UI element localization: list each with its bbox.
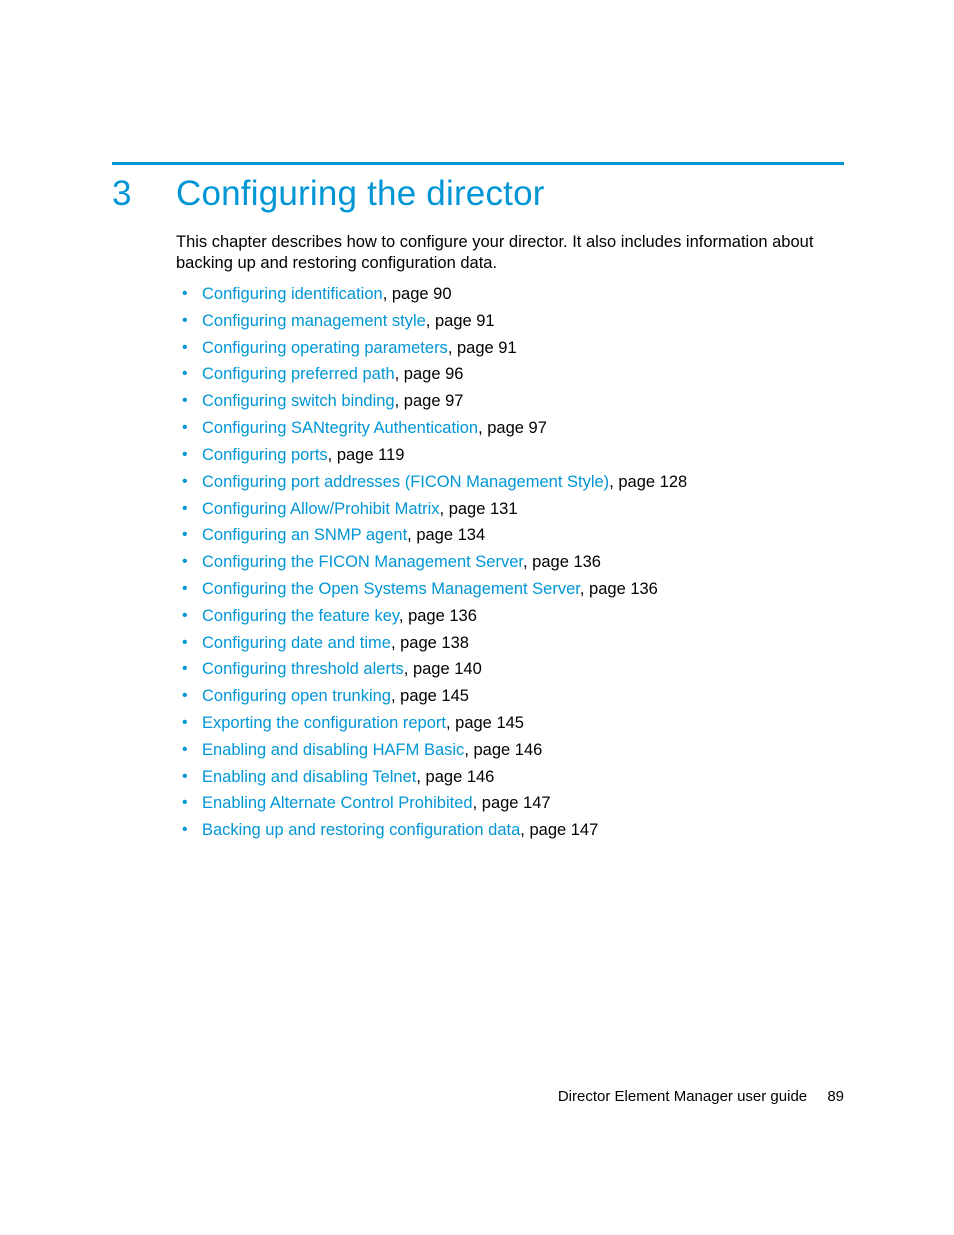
toc-page: , page 147 <box>473 794 551 812</box>
footer-title: Director Element Manager user guide <box>558 1088 807 1105</box>
toc-item: • Configuring Allow/Prohibit Matrix, page… <box>176 499 844 520</box>
toc-link[interactable]: Configuring Allow/Prohibit Matrix <box>202 500 440 518</box>
page-footer: Director Element Manager user guide 89 <box>558 1088 844 1105</box>
toc-item: • Configuring management style, page 91 <box>176 311 844 332</box>
page-number: 89 <box>827 1088 844 1105</box>
toc-item: • Configuring SANtegrity Authentication, … <box>176 418 844 439</box>
bullet-icon: • <box>182 552 188 572</box>
toc-link[interactable]: Configuring switch binding <box>202 392 395 410</box>
toc-link[interactable]: Enabling Alternate Control Prohibited <box>202 794 473 812</box>
toc-page: , page 140 <box>404 660 482 678</box>
toc-page: , page 91 <box>448 339 517 357</box>
toc-item: • Exporting the configuration report, pag… <box>176 713 844 734</box>
toc-link[interactable]: Exporting the configuration report <box>202 714 446 732</box>
toc-link[interactable]: Configuring identification <box>202 285 383 303</box>
bullet-icon: • <box>182 311 188 331</box>
toc-item: • Configuring the Open Systems Management… <box>176 579 844 600</box>
toc-link[interactable]: Configuring open trunking <box>202 687 391 705</box>
toc-link[interactable]: Configuring preferred path <box>202 365 395 383</box>
toc-item: • Configuring open trunking, page 145 <box>176 686 844 707</box>
bullet-icon: • <box>182 338 188 358</box>
toc-item: • Configuring switch binding, page 97 <box>176 391 844 412</box>
toc-link[interactable]: Configuring port addresses (FICON Manage… <box>202 473 609 491</box>
bullet-icon: • <box>182 633 188 653</box>
toc-item: • Enabling and disabling HAFM Basic, page… <box>176 740 844 761</box>
toc-list: • Configuring identification, page 90 • Co… <box>176 284 844 847</box>
toc-page: , page 90 <box>383 285 452 303</box>
chapter-rule <box>112 162 844 165</box>
toc-page: , page 138 <box>391 634 469 652</box>
bullet-icon: • <box>182 606 188 626</box>
toc-page: , page 146 <box>416 768 494 786</box>
toc-item: • Configuring the feature key, page 136 <box>176 606 844 627</box>
toc-item: • Backing up and restoring configuration … <box>176 820 844 841</box>
bullet-icon: • <box>182 364 188 384</box>
toc-link[interactable]: Configuring ports <box>202 446 328 464</box>
bullet-icon: • <box>182 579 188 599</box>
bullet-icon: • <box>182 499 188 519</box>
toc-page: , page 97 <box>478 419 547 437</box>
toc-item: • Configuring ports, page 119 <box>176 445 844 466</box>
toc-link[interactable]: Configuring the Open Systems Management … <box>202 580 580 598</box>
toc-item: • Configuring an SNMP agent, page 134 <box>176 525 844 546</box>
toc-page: , page 145 <box>446 714 524 732</box>
toc-item: • Configuring identification, page 90 <box>176 284 844 305</box>
bullet-icon: • <box>182 767 188 787</box>
chapter-title: Configuring the director <box>176 174 545 214</box>
chapter-number: 3 <box>112 174 131 214</box>
toc-link[interactable]: Configuring the FICON Management Server <box>202 553 523 571</box>
toc-page: , page 91 <box>426 312 495 330</box>
bullet-icon: • <box>182 659 188 679</box>
toc-page: , page 145 <box>391 687 469 705</box>
toc-page: , page 128 <box>609 473 687 491</box>
toc-link[interactable]: Configuring operating parameters <box>202 339 448 357</box>
bullet-icon: • <box>182 793 188 813</box>
chapter-intro: This chapter describes how to configure … <box>176 232 844 273</box>
toc-link[interactable]: Configuring an SNMP agent <box>202 526 407 544</box>
toc-item: • Configuring operating parameters, page … <box>176 338 844 359</box>
bullet-icon: • <box>182 820 188 840</box>
bullet-icon: • <box>182 525 188 545</box>
toc-page: , page 131 <box>440 500 518 518</box>
toc-page: , page 136 <box>523 553 601 571</box>
toc-item: • Configuring preferred path, page 96 <box>176 364 844 385</box>
toc-item: • Configuring port addresses (FICON Manag… <box>176 472 844 493</box>
toc-page: , page 136 <box>399 607 477 625</box>
toc-link[interactable]: Enabling and disabling Telnet <box>202 768 416 786</box>
toc-link[interactable]: Configuring SANtegrity Authentication <box>202 419 478 437</box>
bullet-icon: • <box>182 418 188 438</box>
toc-item: • Configuring date and time, page 138 <box>176 633 844 654</box>
toc-link[interactable]: Configuring date and time <box>202 634 391 652</box>
bullet-icon: • <box>182 391 188 411</box>
toc-item: • Enabling Alternate Control Prohibited, … <box>176 793 844 814</box>
toc-page: , page 147 <box>520 821 598 839</box>
toc-link[interactable]: Configuring threshold alerts <box>202 660 404 678</box>
toc-page: , page 119 <box>328 446 405 464</box>
toc-page: , page 136 <box>580 580 658 598</box>
toc-link[interactable]: Enabling and disabling HAFM Basic <box>202 741 464 759</box>
toc-link[interactable]: Configuring the feature key <box>202 607 399 625</box>
bullet-icon: • <box>182 740 188 760</box>
toc-link[interactable]: Configuring management style <box>202 312 426 330</box>
bullet-icon: • <box>182 713 188 733</box>
toc-item: • Configuring threshold alerts, page 140 <box>176 659 844 680</box>
bullet-icon: • <box>182 686 188 706</box>
toc-link[interactable]: Backing up and restoring configuration d… <box>202 821 520 839</box>
bullet-icon: • <box>182 284 188 304</box>
toc-item: • Configuring the FICON Management Server… <box>176 552 844 573</box>
toc-page: , page 97 <box>395 392 464 410</box>
toc-item: • Enabling and disabling Telnet, page 146 <box>176 767 844 788</box>
bullet-icon: • <box>182 472 188 492</box>
bullet-icon: • <box>182 445 188 465</box>
toc-page: , page 134 <box>407 526 485 544</box>
toc-page: , page 96 <box>395 365 464 383</box>
toc-page: , page 146 <box>464 741 542 759</box>
